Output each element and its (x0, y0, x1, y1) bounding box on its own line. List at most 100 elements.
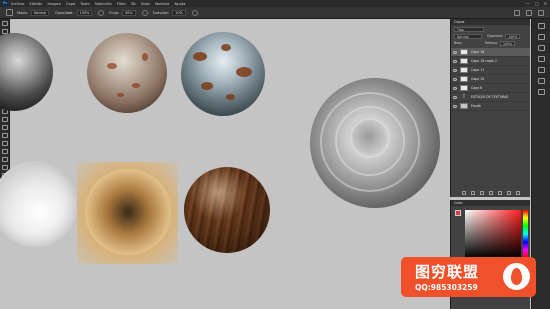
flame-logo-icon (503, 263, 530, 290)
tab-color[interactable]: Color (451, 200, 530, 206)
adjustments-panel-icon[interactable] (537, 45, 545, 51)
menu-texto[interactable]: Texto (80, 2, 89, 6)
smoothing-field[interactable]: 10% (172, 9, 186, 16)
layer-opacity-field[interactable]: 100% (505, 33, 521, 39)
opacity-label: Opacidad: (55, 10, 74, 15)
menu-archivo[interactable]: Archivo (11, 2, 24, 6)
visibility-eye-icon[interactable] (453, 77, 457, 81)
stone-sphere-image (87, 33, 167, 113)
share-icon[interactable] (538, 10, 544, 16)
workspace-icon[interactable] (526, 10, 532, 16)
menu-ayuda[interactable]: Ayuda (174, 2, 185, 6)
layer-name: ESTUDIO DE TEXTURAS (471, 95, 509, 99)
search-icon[interactable] (514, 10, 520, 16)
pressure-opacity-icon[interactable] (98, 9, 105, 16)
fill-label: Relleno: (485, 41, 498, 45)
layer-row[interactable]: Capa 18 copia 2 (451, 57, 530, 66)
blend-mode-select[interactable]: Normal (454, 33, 482, 39)
brushes-panel-icon[interactable] (537, 56, 545, 62)
hue-slider[interactable] (523, 210, 528, 258)
delete-layer-icon[interactable] (516, 191, 520, 195)
layer-name: Capa 18 copia 2 (471, 59, 497, 63)
maximize-button[interactable]: □ (535, 1, 539, 6)
visibility-eye-icon[interactable] (453, 104, 457, 108)
menu-filtro[interactable]: Filtro (117, 2, 126, 6)
layer-name: Capa 6 (471, 86, 483, 90)
color-picker-field[interactable] (465, 210, 521, 258)
menu-seleccion[interactable]: Selección (95, 2, 112, 6)
close-button[interactable]: ✕ (544, 1, 547, 6)
tab-layers[interactable]: Capas (454, 20, 464, 24)
layer-row[interactable]: Capa 18 (451, 48, 530, 57)
visibility-eye-icon[interactable] (453, 50, 457, 54)
visibility-eye-icon[interactable] (453, 86, 457, 90)
fx-icon[interactable] (471, 191, 475, 195)
layer-row[interactable]: T ESTUDIO DE TEXTURAS (451, 93, 530, 102)
wood-sphere-image (184, 167, 270, 253)
properties-panel-icon[interactable] (537, 34, 545, 40)
layers-panel: Capas Tipo Normal Opacidad: 100% Bloq.: … (450, 19, 530, 197)
color-foreground-swatch[interactable] (455, 210, 461, 216)
layer-name: Capa 18 (471, 50, 485, 54)
layer-row[interactable]: Capa 11 (451, 66, 530, 75)
options-bar: Modo: Normal Opacidad: 100% Flujo: 40% S… (0, 7, 550, 19)
path-select-tool-icon[interactable] (2, 149, 8, 154)
menu-capa[interactable]: Capa (66, 2, 75, 6)
adjustment-layer-icon[interactable] (489, 191, 493, 195)
watermark-contact: QQ:985303259 (415, 283, 478, 292)
window-controls: — □ ✕ (526, 1, 547, 6)
opacity-field[interactable]: 100% (76, 9, 93, 16)
layer-row[interactable]: Capa 6 (451, 84, 530, 93)
dodge-tool-icon[interactable] (2, 125, 8, 130)
history-panel-icon[interactable] (537, 23, 545, 29)
airbrush-icon[interactable] (141, 9, 148, 16)
pen-tool-icon[interactable] (2, 133, 8, 138)
layer-row[interactable]: Capa 10 (451, 75, 530, 84)
text-layer-icon: T (462, 94, 466, 99)
new-layer-icon[interactable] (507, 191, 511, 195)
menu-ventana[interactable]: Ventana (155, 2, 170, 6)
menu-imagen[interactable]: Imagen (47, 2, 61, 6)
shape-tool-icon[interactable] (2, 157, 8, 162)
watermark-title: 图穷联盟 (415, 263, 480, 281)
layers-panel-footer (451, 190, 531, 196)
smoothing-settings-icon[interactable] (191, 9, 198, 16)
new-group-icon[interactable] (498, 191, 502, 195)
move-tool-icon[interactable] (2, 21, 8, 26)
hand-tool-icon[interactable] (2, 165, 8, 170)
options-right-icons (514, 10, 544, 16)
layers-panel-tabs: Capas (451, 19, 530, 25)
menu-3d[interactable]: 3D (131, 2, 136, 6)
layer-thumbnail (460, 67, 468, 73)
rusty-metal-sphere-image (181, 32, 265, 116)
visibility-eye-icon[interactable] (453, 95, 457, 99)
layer-thumbnail (460, 85, 468, 91)
character-panel-icon[interactable] (537, 67, 545, 73)
layer-thumbnail (460, 58, 468, 64)
type-tool-icon[interactable] (2, 141, 8, 146)
hair-sphere-image (85, 169, 171, 255)
blur-tool-icon[interactable] (2, 117, 8, 122)
menu-edicion[interactable]: Edición (29, 2, 42, 6)
channels-panel-icon[interactable] (537, 89, 545, 95)
brush-preset-icon[interactable] (6, 9, 13, 16)
layer-row[interactable]: Fondo (451, 102, 530, 111)
minimize-button[interactable]: — (526, 1, 530, 6)
visibility-eye-icon[interactable] (453, 59, 457, 63)
link-layers-icon[interactable] (462, 191, 466, 195)
fill-field[interactable]: 100% (499, 40, 516, 46)
add-mask-icon[interactable] (480, 191, 484, 195)
mode-select[interactable]: Normal (31, 9, 50, 16)
flow-field[interactable]: 40% (122, 9, 136, 16)
document-canvas[interactable] (0, 19, 450, 309)
smoothing-label: Suavizar: (152, 10, 170, 15)
layer-kind-filter[interactable]: Tipo (454, 26, 484, 32)
visibility-eye-icon[interactable] (453, 68, 457, 72)
layer-name: Capa 11 (471, 68, 485, 72)
photoshop-logo: Ps (2, 1, 8, 6)
layer-thumbnail (460, 49, 468, 55)
paragraph-panel-icon[interactable] (537, 78, 545, 84)
menu-vista[interactable]: Vista (141, 2, 150, 6)
layer-thumbnail (460, 103, 468, 109)
layer-opacity-label: Opacidad: (487, 34, 504, 38)
